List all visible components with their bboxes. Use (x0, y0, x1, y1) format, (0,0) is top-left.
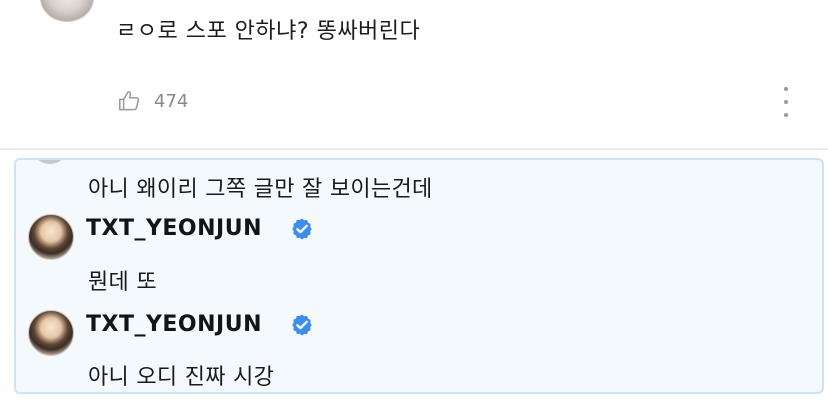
author-name[interactable]: TXT_YEONJUN (86, 216, 262, 241)
comment-author-avatar[interactable] (40, 0, 94, 22)
reply-thread-box: 아니 왜이리 그쪽 글만 잘 보이는건데 TXT_YEONJUN 뭔데 또 TX… (14, 158, 824, 394)
verified-badge-icon (292, 314, 312, 336)
like-button[interactable]: 474 (116, 87, 188, 115)
more-vertical-icon-dot (784, 100, 788, 104)
more-vertical-icon-dot (784, 87, 788, 91)
more-options-button[interactable] (774, 87, 798, 117)
comment-text: ㄹㅇ로 스포 안하냐? 똥싸버린다 (116, 19, 421, 44)
reply-author-avatar[interactable] (30, 160, 70, 164)
reply-text: 뭔데 또 (88, 270, 157, 295)
author-name[interactable]: TXT_YEONJUN (86, 312, 262, 337)
comment-divider (0, 148, 828, 150)
more-vertical-icon-dot (784, 113, 788, 117)
reply-author-avatar[interactable] (28, 214, 74, 260)
verified-badge-icon (292, 218, 312, 240)
reply-text: 아니 오디 진짜 시강 (88, 365, 275, 390)
reply-author-avatar[interactable] (28, 310, 74, 356)
like-count: 474 (154, 90, 189, 112)
thumbs-up-icon (119, 91, 140, 111)
reply-text: 아니 왜이리 그쪽 글만 잘 보이는건데 (88, 177, 433, 202)
